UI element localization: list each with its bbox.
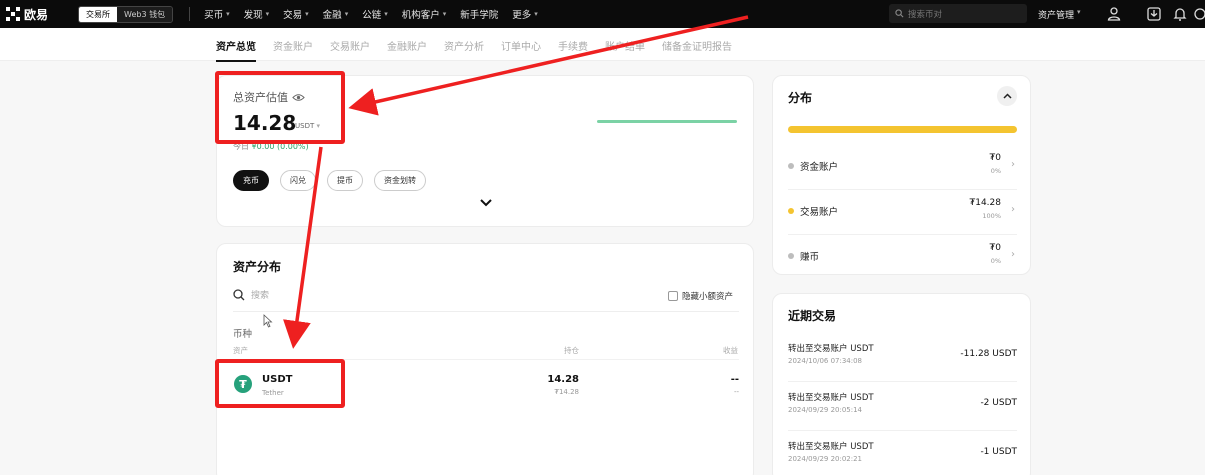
arrow-to-usdt xyxy=(283,146,323,349)
arrow-to-total xyxy=(348,15,749,116)
annotation-arrows xyxy=(283,15,749,349)
